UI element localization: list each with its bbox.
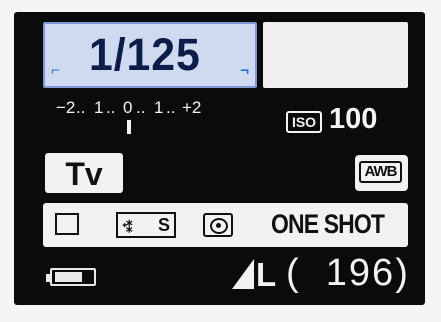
scale-dots: .. — [166, 98, 176, 117]
shots-remaining: ( 196) — [286, 252, 410, 295]
scale-tick-plus1: 1 — [154, 98, 164, 117]
picture-style-label: S — [157, 215, 170, 235]
scale-dots: .. — [106, 98, 116, 117]
single-shot-icon[interactable] — [55, 213, 79, 235]
shots-remaining-value: 196 — [325, 252, 396, 294]
iso-value[interactable]: 100 — [329, 103, 377, 136]
image-quality[interactable]: L — [232, 256, 276, 294]
shutter-speed-value: 1/125 — [89, 29, 201, 80]
shutter-speed-box[interactable]: ⌐ 1/125 ¬ — [43, 22, 257, 88]
scroll-right-icon: ¬ — [240, 62, 249, 79]
white-balance-label: AWB — [359, 161, 402, 183]
shooting-mode: Tv — [45, 153, 123, 193]
picture-style-glyph: ᐩ⁑ — [122, 220, 133, 235]
exposure-level-scale: −2 .. 1 .. 0 .. 1 .. +2 — [56, 98, 246, 138]
scale-dots: .. — [136, 98, 146, 117]
scroll-left-icon: ⌐ — [51, 62, 60, 79]
evaluative-metering-icon[interactable] — [203, 213, 233, 237]
aperture-box[interactable] — [263, 22, 408, 88]
exposure-level-marker — [127, 120, 131, 134]
iso-badge: ISO — [286, 111, 322, 133]
picture-style-icon[interactable]: ᐩ⁑ S — [116, 212, 176, 238]
settings-row: ᐩ⁑ S ONE SHOT — [43, 203, 408, 247]
camera-lcd-screen: ⌐ 1/125 ¬ −2 .. 1 .. 0 .. 1 .. +2 ISO 10… — [0, 0, 441, 322]
scale-tick-minus2: −2 — [56, 98, 76, 117]
large-fine-icon — [232, 259, 254, 289]
af-mode[interactable]: ONE SHOT — [271, 209, 385, 240]
battery-icon — [46, 268, 96, 286]
scale-dots: .. — [76, 98, 86, 117]
shots-paren-open: ( — [286, 252, 301, 294]
battery-fill — [55, 272, 82, 282]
white-balance-box[interactable]: AWB — [355, 155, 408, 191]
scale-tick-zero: 0 — [123, 98, 133, 117]
scale-tick-minus1: 1 — [94, 98, 104, 117]
image-quality-label: L — [256, 256, 277, 293]
scale-tick-plus2: +2 — [182, 98, 202, 117]
shots-paren-close: ) — [395, 252, 410, 294]
lcd-frame: ⌐ 1/125 ¬ −2 .. 1 .. 0 .. 1 .. +2 ISO 10… — [14, 12, 425, 305]
